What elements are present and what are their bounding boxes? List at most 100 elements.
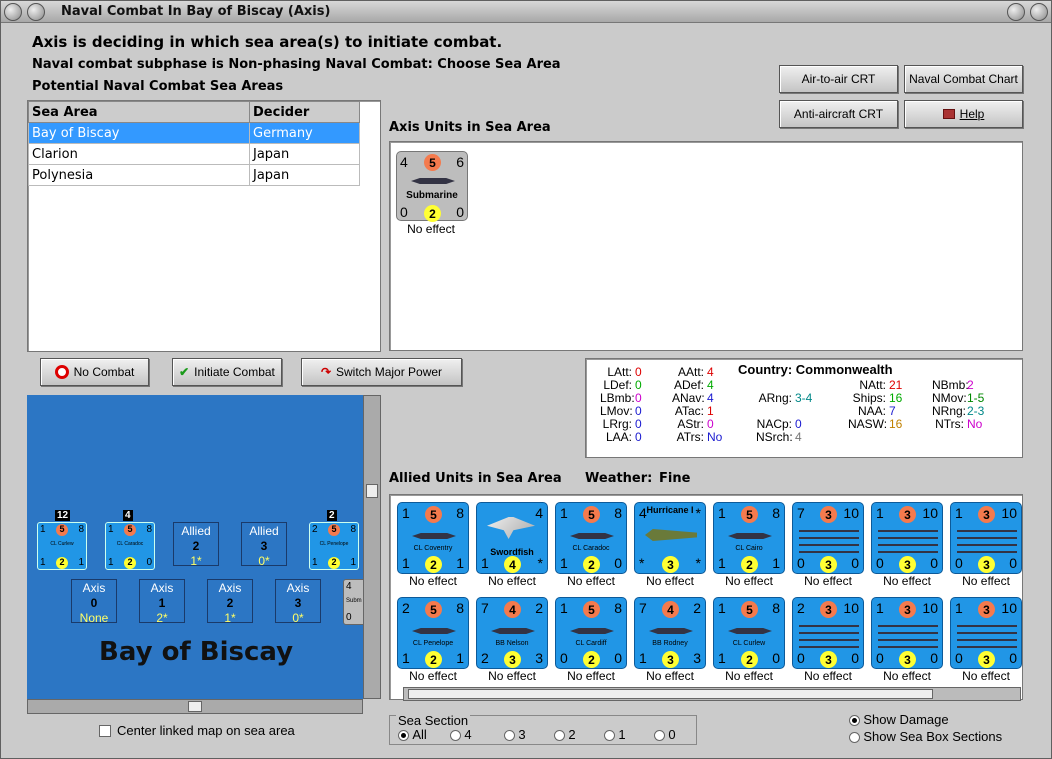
axis-sea-box[interactable]: Axis 2 1* — [207, 579, 253, 625]
country-stats-panel: LAtt: 0 LDef: 0 LBmb:0 LMov: 0 LRrg: 0 LAA: 0 AAtt:… — [585, 358, 1023, 458]
show-damage-option[interactable]: Show Damage — [849, 712, 949, 727]
checkbox-box[interactable] — [99, 724, 111, 737]
allied-unit-counter[interactable]: 4 1 * 4 Swordfish — [476, 502, 548, 574]
stat-label: ADef: — [673, 378, 704, 392]
stat-value: 0 — [635, 417, 642, 431]
allied-unit-counter[interactable]: 2 8 1 1 5 2 CL Penelope — [397, 597, 469, 669]
sea-section-option[interactable]: 1 — [604, 727, 626, 742]
table-row[interactable]: Bay of Biscay Germany — [28, 122, 360, 144]
axis-units-label: Axis Units in Sea Area — [389, 120, 551, 135]
title-bar[interactable]: Naval Combat In Bay of Biscay (Axis) — [1, 1, 1051, 23]
unit-stat: 10 — [1001, 600, 1017, 616]
sea-area-table: Sea Area Decider Bay of Biscay Germany Cl… — [28, 101, 360, 186]
box-value: 0* — [258, 554, 270, 568]
unit-stat: 6 — [456, 154, 464, 170]
axis-sea-box[interactable]: Axis 1 2* — [139, 579, 185, 625]
axis-sea-box[interactable]: Axis 0 None — [71, 579, 117, 625]
minimize-icon[interactable] — [27, 3, 45, 21]
map-unit-counter[interactable]: 1 5 8 CL Caradoc 1 2 0 — [105, 522, 155, 570]
allied-horizontal-scrollbar[interactable] — [403, 687, 1021, 701]
stat-row: ANav: 4 — [672, 391, 742, 405]
radio-button[interactable] — [849, 715, 860, 727]
unit-stat: 0 — [876, 650, 884, 666]
anti-aircraft-crt-button[interactable]: Anti-aircraft CRT — [779, 100, 898, 128]
sea-section-option[interactable]: 2 — [554, 727, 576, 742]
vertical-scroll-thumb[interactable] — [366, 484, 378, 498]
close-icon[interactable] — [1030, 3, 1048, 21]
stat-value: 4 — [707, 365, 714, 379]
linked-map[interactable]: Bay of Biscay 12 1 5 8 CL Curlew 1 2 1 4 1 5 8 CL Ca… — [27, 395, 363, 699]
radio-button[interactable] — [604, 730, 615, 742]
allied-unit-counter[interactable]: 1 8 0 0 5 2 CL Cardiff — [555, 597, 627, 669]
allied-unit-counter[interactable]: 1 8 1 0 5 2 CL Caradoc — [555, 502, 627, 574]
map-horizontal-scrollbar[interactable] — [27, 699, 363, 714]
stat-label: NRng: — [932, 404, 967, 418]
allied-unit-counter[interactable]: 1 10 0 0 3 3 — [950, 597, 1022, 669]
allied-unit-counter[interactable]: 1 10 0 0 3 3 — [950, 502, 1022, 574]
radio-button[interactable] — [450, 730, 461, 742]
map-unit-counter[interactable]: 2 5 8 CL Penelope 1 2 1 — [309, 522, 359, 570]
fighter-icon — [645, 529, 697, 541]
naval-combat-chart-button[interactable]: Naval Combat Chart — [904, 65, 1023, 93]
stat-label: Ships: — [852, 391, 886, 405]
unit-stat: 0 — [1009, 555, 1017, 571]
system-menu-icon[interactable] — [4, 3, 22, 21]
show-sections-option[interactable]: Show Sea Box Sections — [849, 729, 1002, 744]
allied-sea-box[interactable]: Allied 3 0* — [241, 522, 287, 568]
allied-unit-counter[interactable]: 7 2 2 3 4 3 BB Nelson — [476, 597, 548, 669]
box-side: Axis — [286, 581, 310, 595]
col-sea-area[interactable]: Sea Area — [28, 101, 250, 123]
table-row[interactable]: Clarion Japan — [28, 143, 360, 165]
table-row[interactable]: Polynesia Japan — [28, 164, 360, 186]
no-combat-button[interactable]: No Combat — [40, 358, 149, 386]
radio-button[interactable] — [554, 730, 565, 742]
map-unit-counter[interactable]: 1 5 8 CL Curlew 1 2 1 — [37, 522, 87, 570]
unit-stat: 1 — [350, 557, 356, 568]
radio-button[interactable] — [504, 730, 515, 742]
edge-submarine-unit[interactable]: 4 Subm 0 — [343, 579, 363, 625]
allied-unit-counter[interactable]: 7 2 1 3 4 3 BB Rodney — [634, 597, 706, 669]
horizontal-scroll-thumb[interactable] — [188, 701, 202, 712]
allied-unit-counter[interactable]: 7 10 0 0 3 3 — [792, 502, 864, 574]
allied-sea-box[interactable]: Allied 2 1* — [173, 522, 219, 568]
axis-submarine-unit[interactable]: 4 5 6 Submarine 0 2 0 — [396, 151, 468, 222]
sea-section-option[interactable]: 3 — [504, 727, 526, 742]
switch-major-power-button[interactable]: ↷ Switch Major Power — [301, 358, 462, 386]
allied-unit-counter[interactable]: 1 8 1 0 5 2 CL Curlew — [713, 597, 785, 669]
unit-stat: 8 — [146, 524, 152, 535]
maximize-icon[interactable] — [1007, 3, 1025, 21]
sea-section-option[interactable]: All — [398, 727, 427, 742]
allied-scroll-thumb[interactable] — [408, 689, 933, 699]
col-decider[interactable]: Decider — [249, 101, 360, 123]
initiate-combat-button[interactable]: ✔ Initiate Combat — [172, 358, 282, 386]
radio-button[interactable] — [398, 730, 409, 742]
allied-unit-counter[interactable]: 4 * * * 3 Hurricane I — [634, 502, 706, 574]
axis-sea-box[interactable]: Axis 3 0* — [275, 579, 321, 625]
stat-value: No — [707, 430, 723, 444]
allied-unit-counter[interactable]: 1 8 1 1 5 2 CL Coventry — [397, 502, 469, 574]
center-map-checkbox[interactable]: Center linked map on sea area — [99, 723, 295, 738]
unit-effect: No effect — [488, 669, 536, 683]
axis-units-panel: 4 5 6 Submarine 0 2 0 No effect — [389, 141, 1023, 351]
radio-button[interactable] — [849, 732, 860, 744]
allied-unit-counter[interactable]: 2 10 0 0 3 3 — [792, 597, 864, 669]
help-button[interactable]: Help — [904, 100, 1023, 128]
stat-label: AAtt: — [677, 365, 704, 379]
map-vertical-scrollbar[interactable] — [363, 395, 381, 699]
allied-unit-counter[interactable]: 1 10 0 0 3 3 — [871, 597, 943, 669]
unit-stat: 4 — [662, 601, 679, 618]
radio-button[interactable] — [654, 730, 665, 742]
allied-unit-counter[interactable]: 1 10 0 0 3 3 — [871, 502, 943, 574]
unit-stat: 0 — [1009, 650, 1017, 666]
sea-section-option[interactable]: 4 — [450, 727, 472, 742]
unit-effect: No effect — [725, 669, 773, 683]
show-sections-label: Show Sea Box Sections — [863, 729, 1003, 744]
stat-label: ATac: — [674, 404, 704, 418]
sea-section-option[interactable]: 0 — [654, 727, 676, 742]
air-to-air-crt-button[interactable]: Air-to-air CRT — [779, 65, 898, 93]
country-value: Commonwealth — [795, 362, 893, 377]
unit-stat: 5 — [741, 601, 758, 618]
unit-stat: 1 — [955, 600, 963, 616]
unit-name: CL Caradoc — [116, 541, 144, 547]
allied-unit-counter[interactable]: 1 8 1 1 5 2 CL Cairo — [713, 502, 785, 574]
